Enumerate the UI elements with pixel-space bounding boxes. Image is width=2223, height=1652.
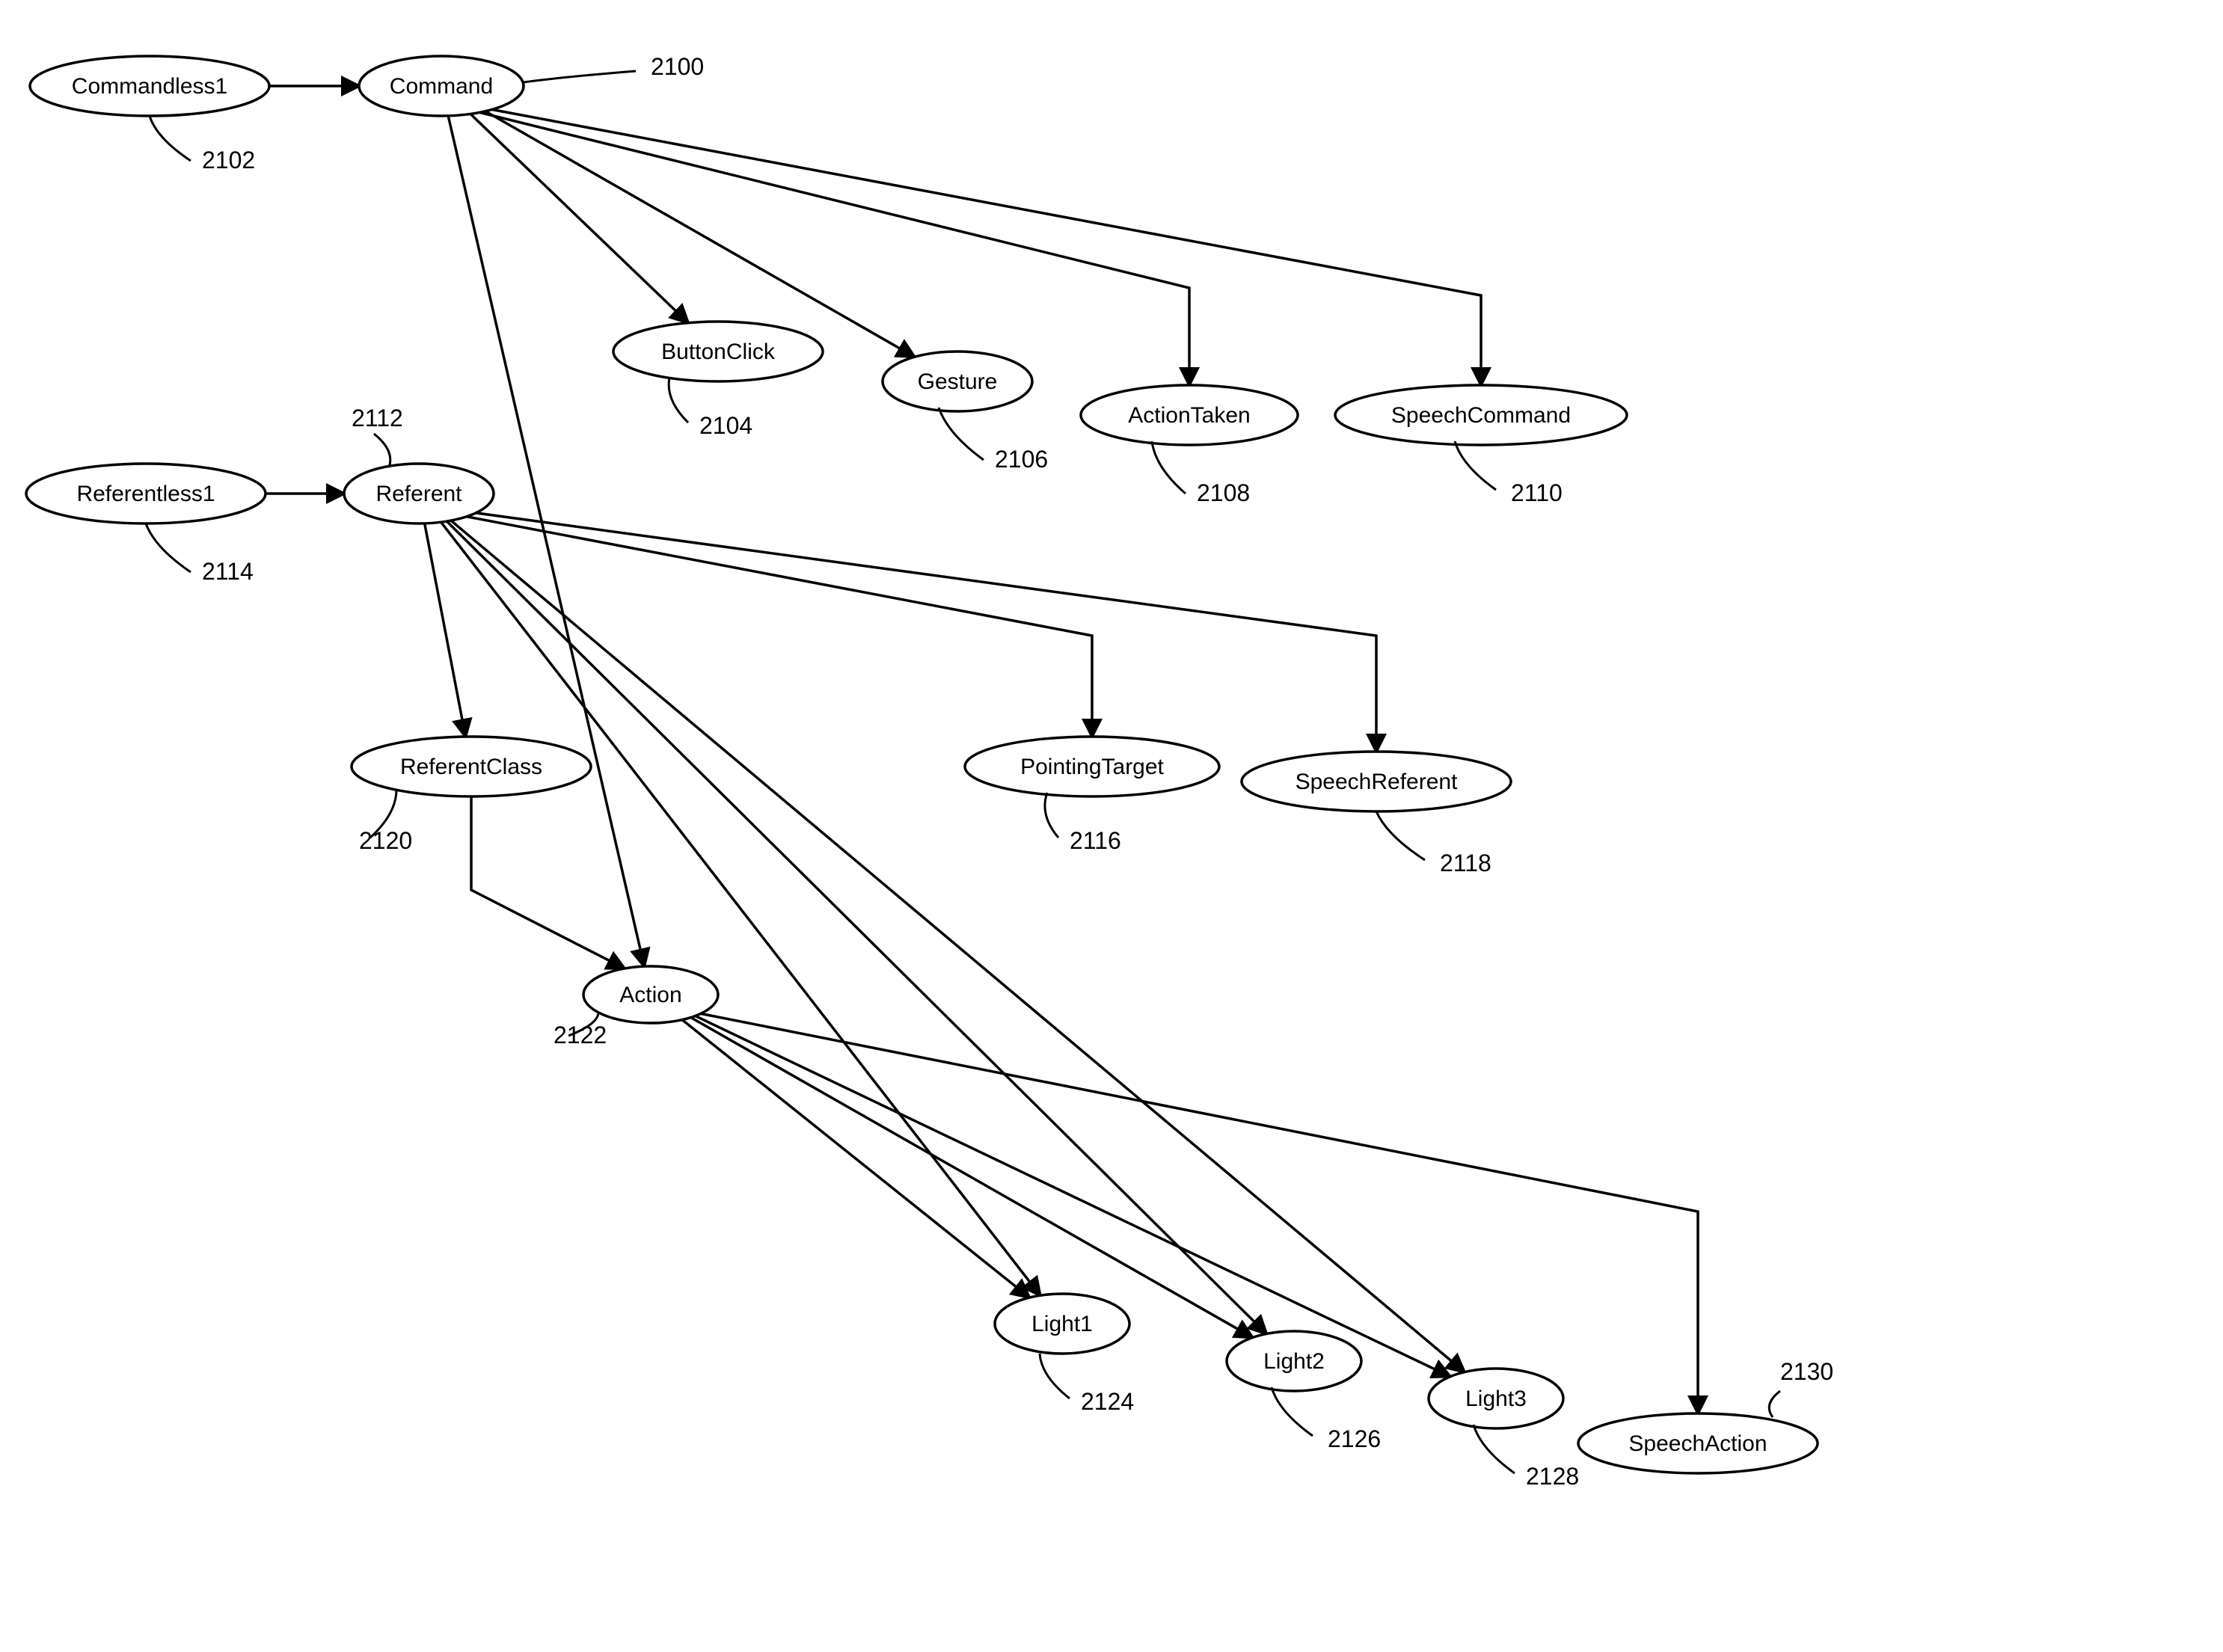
ref-leader-pointingtarget [1045, 793, 1058, 838]
node-light2: Light2 [1227, 1331, 1361, 1391]
node-label-gesture: Gesture [918, 369, 998, 394]
ref-leader-referent [374, 434, 390, 467]
ref-leader-speechreferent [1376, 811, 1425, 860]
ref-leader-speechaction [1769, 1391, 1780, 1417]
node-label-light2: Light2 [1263, 1349, 1325, 1374]
node-commandless1: Commandless1 [30, 56, 269, 116]
node-label-light3: Light3 [1465, 1387, 1527, 1411]
ref-leader-command [524, 71, 636, 82]
node-label-referent: Referent [375, 482, 462, 506]
node-action: Action [583, 966, 718, 1023]
node-label-speechcommand: SpeechCommand [1391, 403, 1571, 428]
edge-referentclass-to-action [471, 796, 625, 968]
ref-number-speechcommand: 2110 [1511, 479, 1563, 506]
node-referentless1: Referentless1 [26, 464, 266, 523]
node-label-referentclass: ReferentClass [400, 755, 542, 779]
edge-action-to-speechaction [699, 1013, 1698, 1413]
edge-referent-to-light3 [451, 521, 1465, 1372]
edge-command-to-actiontaken [479, 112, 1189, 385]
edge-command-to-buttonclick [470, 114, 688, 322]
ref-number-light3: 2128 [1526, 1463, 1579, 1490]
node-label-pointingtarget: PointingTarget [1020, 755, 1164, 779]
edge-referent-to-light2 [447, 521, 1266, 1333]
node-label-actiontaken: ActionTaken [1128, 403, 1250, 428]
ref-leader-buttonclick [669, 378, 688, 423]
ref-number-gesture: 2106 [995, 446, 1048, 473]
edge-referent-to-referentclass [425, 523, 466, 737]
node-speechaction: SpeechAction [1578, 1413, 1818, 1473]
node-buttonclick: ButtonClick [613, 322, 823, 381]
node-label-action: Action [619, 983, 681, 1007]
edge-referent-to-light1 [441, 522, 1040, 1295]
node-light1: Light1 [995, 1294, 1129, 1354]
node-label-command: Command [390, 74, 493, 99]
ref-leader-light1 [1040, 1354, 1070, 1398]
node-speechcommand: SpeechCommand [1335, 385, 1627, 445]
ref-leader-gesture [939, 408, 984, 460]
ref-leader-actiontaken [1152, 441, 1186, 494]
ref-number-speechaction: 2130 [1780, 1358, 1833, 1385]
node-referentclass: ReferentClass [352, 737, 591, 796]
ref-leader-light2 [1272, 1387, 1313, 1436]
ref-leader-referentless1 [146, 523, 191, 572]
ref-number-light1: 2124 [1081, 1388, 1134, 1415]
node-speechreferent: SpeechReferent [1242, 752, 1511, 811]
ref-number-action: 2122 [554, 1022, 607, 1048]
node-pointingtarget: PointingTarget [965, 737, 1219, 796]
node-light3: Light3 [1429, 1369, 1563, 1428]
edge-referent-to-pointingtarget [464, 516, 1092, 737]
ref-leader-commandless1 [150, 116, 191, 161]
node-actiontaken: ActionTaken [1081, 385, 1298, 445]
node-label-speechaction: SpeechAction [1628, 1431, 1767, 1456]
ref-number-commandless1: 2102 [202, 147, 255, 174]
ref-leader-light3 [1474, 1425, 1515, 1473]
node-referent: Referent [344, 464, 494, 523]
ref-number-referent: 2112 [352, 405, 403, 432]
ref-number-buttonclick: 2104 [699, 412, 752, 439]
ref-number-pointingtarget: 2116 [1070, 827, 1121, 854]
node-label-referentless1: Referentless1 [76, 482, 215, 506]
edge-action-to-light2 [691, 1018, 1253, 1338]
node-label-light1: Light1 [1031, 1312, 1093, 1336]
node-command: Command [359, 56, 524, 116]
node-label-commandless1: Commandless1 [72, 74, 227, 99]
ref-number-referentless1: 2114 [202, 558, 254, 585]
ref-number-actiontaken: 2108 [1197, 479, 1250, 506]
ref-leader-speechcommand [1455, 441, 1496, 490]
bayesian-network-diagram: Commandless1 Command Referentless1 Referent… [0, 0, 2223, 1652]
edge-action-to-light1 [682, 1020, 1029, 1298]
ref-number-referentclass: 2120 [359, 827, 412, 854]
ref-number-command: 2100 [651, 53, 704, 80]
node-gesture: Gesture [883, 351, 1032, 411]
ref-number-speechreferent: 2118 [1440, 850, 1491, 876]
edge-referent-to-speechreferent [471, 512, 1376, 752]
edge-command-to-action [448, 116, 644, 966]
ref-number-light2: 2126 [1328, 1425, 1381, 1452]
node-label-buttonclick: ButtonClick [661, 340, 776, 364]
node-label-speechreferent: SpeechReferent [1296, 770, 1458, 794]
